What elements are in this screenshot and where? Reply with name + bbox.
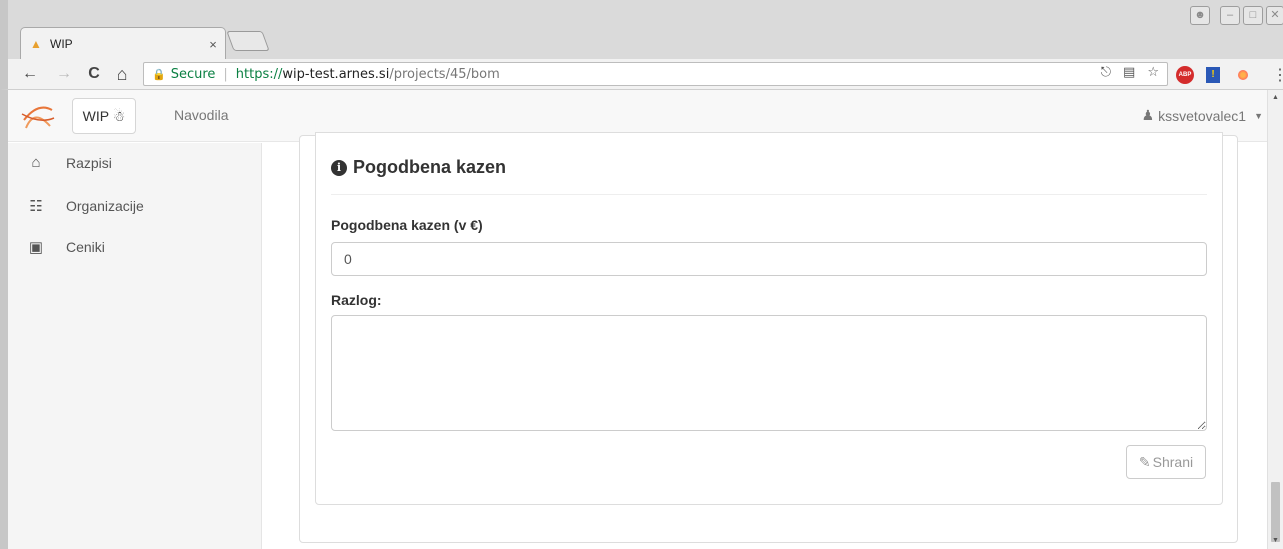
lock-icon: 🔒: [152, 67, 166, 81]
sidebar: ⌂ Razpisi ☷ Organizacije ▣ Ceniki: [8, 143, 262, 549]
back-button[interactable]: ←: [20, 64, 40, 84]
money-icon: ▣: [28, 239, 44, 256]
main-content: i Pogodbena kazen Pogodbena kazen (v €) …: [262, 132, 1275, 549]
info-icon: i: [331, 159, 347, 176]
user-secret-icon: ☃: [112, 108, 126, 124]
edit-icon: ✎: [1138, 453, 1151, 470]
url-scheme: https://: [235, 66, 283, 82]
penalty-label: Pogodbena kazen (v €): [331, 217, 483, 233]
adblock-icon[interactable]: ABP: [1176, 66, 1194, 84]
extension-icon[interactable]: !: [1206, 67, 1220, 83]
home-icon: ⌂: [31, 154, 41, 171]
secure-label: Secure: [170, 66, 216, 82]
penalty-panel: i Pogodbena kazen Pogodbena kazen (v €) …: [315, 132, 1223, 505]
url-path: /projects/45/bom: [389, 66, 500, 82]
url-host: wip-test.arnes.si: [282, 66, 390, 82]
sidebar-item-ceniki[interactable]: ▣ Ceniki: [25, 238, 105, 256]
section-title-text: Pogodbena kazen: [353, 157, 507, 177]
key-icon[interactable]: ⎋: [1101, 65, 1111, 80]
sidebar-item-label: Ceniki: [66, 239, 105, 255]
browser-tab-content[interactable]: ▲ WIP ×: [30, 34, 220, 54]
tab-close-button[interactable]: ×: [206, 37, 220, 52]
tab-title: WIP: [50, 37, 73, 51]
reload-button[interactable]: C: [84, 64, 104, 84]
window-close-button[interactable]: ✕: [1266, 6, 1283, 25]
bookmark-star-icon[interactable]: ☆: [1147, 65, 1159, 80]
minimize-button[interactable]: –: [1220, 6, 1240, 25]
sitemap-icon: ☷: [29, 198, 43, 215]
omnibox-separator: |: [223, 66, 228, 82]
save-label: Shrani: [1152, 454, 1194, 470]
section-title: i Pogodbena kazen: [331, 157, 506, 178]
scroll-up-icon[interactable]: ▲: [1272, 94, 1279, 101]
browser-toolbar: ← → C ⌂ 🔒 Secure | https:// wip-test.arn…: [0, 59, 1283, 90]
sidebar-item-label: Razpisi: [66, 154, 112, 171]
wip-brand-button[interactable]: WIP ☃: [72, 98, 136, 134]
sidebar-item-label: Organizacije: [66, 198, 144, 214]
nav-link-navodila[interactable]: Navodila: [174, 107, 228, 123]
reason-label: Razlog:: [331, 292, 382, 308]
user-icon: ♟: [1141, 107, 1155, 123]
reason-textarea[interactable]: [331, 315, 1207, 431]
forward-button[interactable]: →: [54, 64, 74, 84]
sidebar-item-organizacije[interactable]: ☷ Organizacije: [25, 197, 144, 215]
save-button[interactable]: ✎ Shrani: [1126, 445, 1206, 479]
divider: [331, 194, 1207, 195]
browser-menu-icon[interactable]: ⋮: [1272, 65, 1283, 85]
extension-dot-icon[interactable]: [1238, 70, 1248, 80]
sidebar-item-razpisi[interactable]: ⌂ Razpisi: [25, 154, 112, 171]
browser-tab-strip: ▲ WIP × ☻ – □ ✕: [0, 0, 1283, 59]
outer-panel: i Pogodbena kazen Pogodbena kazen (v €) …: [299, 132, 1238, 543]
user-menu[interactable]: ♟ kssvetovalec1 ▼: [1142, 107, 1263, 124]
chevron-down-icon: ▼: [1254, 110, 1263, 121]
web-page: WIP ☃ Navodila ♟ kssvetovalec1 ▼ ⌂ Razpi…: [0, 90, 1283, 549]
new-tab-button[interactable]: [226, 31, 270, 51]
app-logo-icon[interactable]: [20, 98, 56, 134]
page-scrollbar[interactable]: ▲ ▼: [1267, 90, 1283, 549]
home-button[interactable]: ⌂: [112, 64, 132, 84]
tab-favicon-icon: ▲: [30, 37, 42, 51]
scroll-down-icon[interactable]: ▼: [1272, 537, 1279, 544]
profile-icon[interactable]: ☻: [1190, 6, 1210, 25]
translate-icon[interactable]: ▤: [1123, 65, 1135, 80]
omnibox-actions: ⎋ ▤ ☆: [1101, 65, 1159, 80]
address-bar[interactable]: 🔒 Secure | https:// wip-test.arnes.si /p…: [143, 62, 1168, 86]
penalty-input[interactable]: [331, 242, 1207, 276]
scroll-thumb[interactable]: [1271, 482, 1280, 542]
brand-label: WIP: [82, 108, 109, 124]
extension-icons: ABP ! ⋮: [1176, 65, 1283, 85]
user-name: kssvetovalec1: [1158, 107, 1247, 124]
maximize-button[interactable]: □: [1243, 6, 1263, 25]
